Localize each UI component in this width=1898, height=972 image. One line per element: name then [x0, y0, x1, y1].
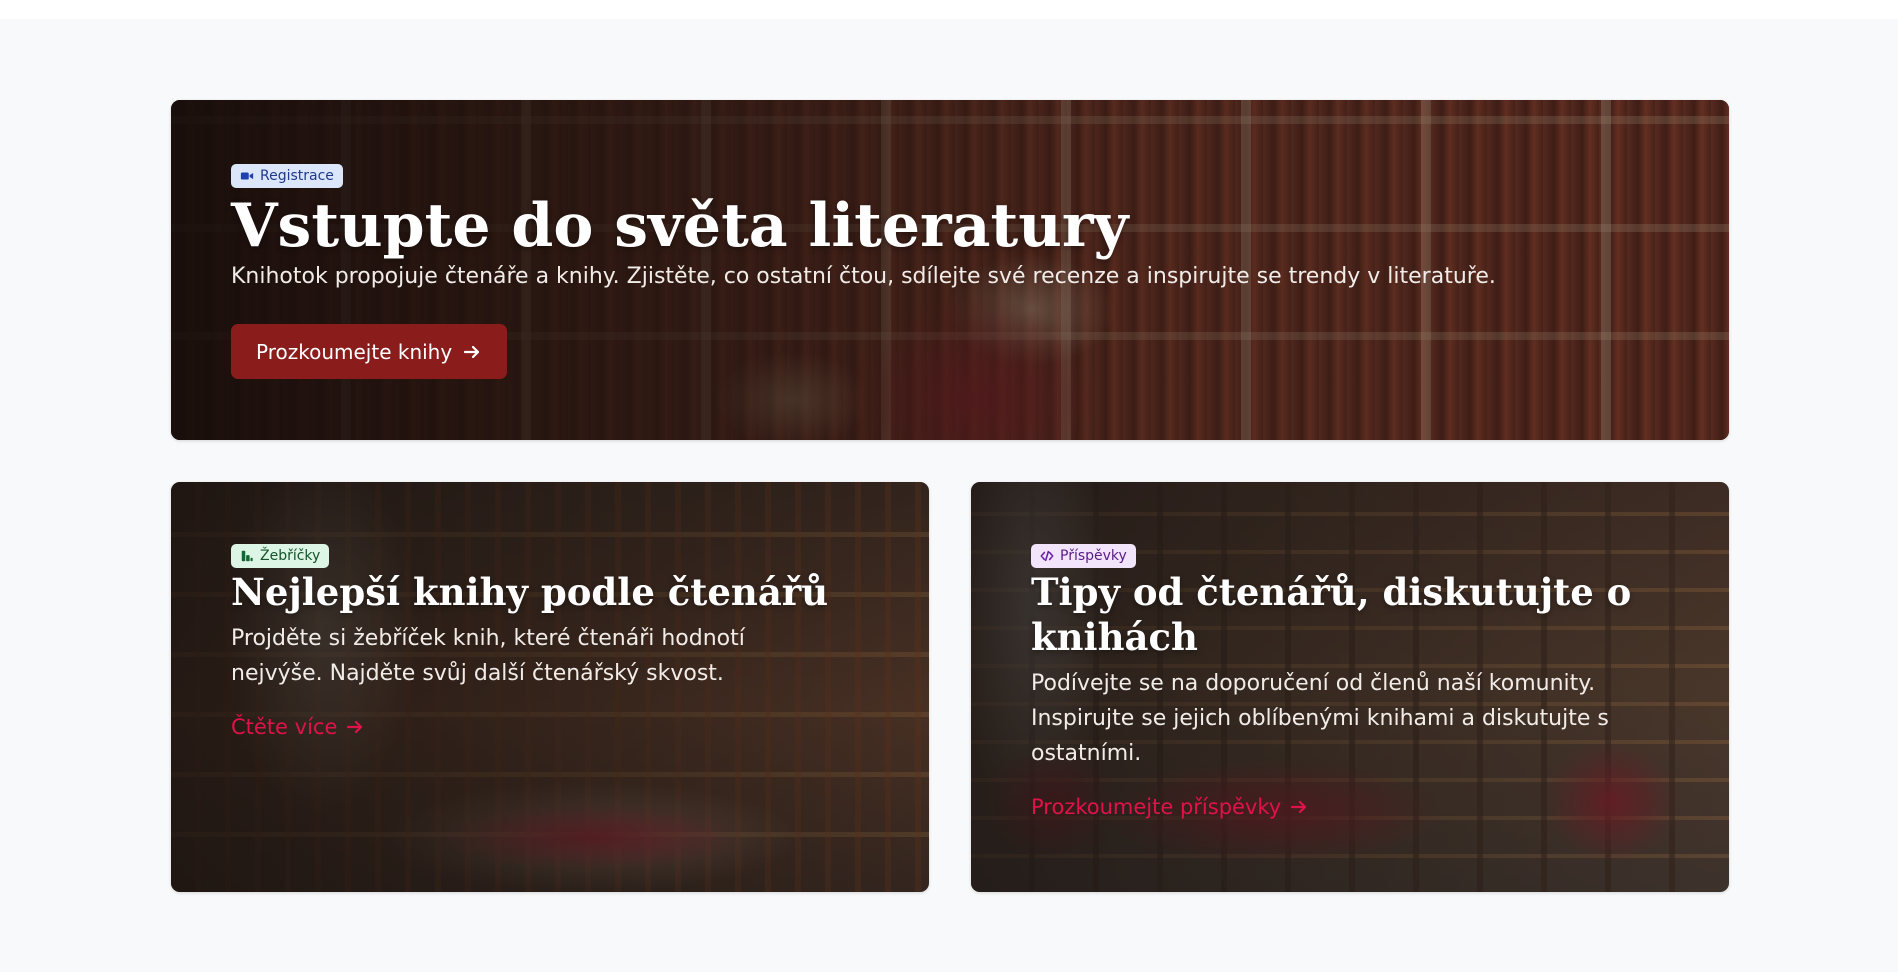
- chart-icon: [240, 549, 254, 563]
- explore-books-button[interactable]: Prozkoumejte knihy: [231, 324, 508, 379]
- explore-posts-link[interactable]: Prozkoumejte příspěvky: [1031, 795, 1309, 819]
- rankings-card-description: Projděte si žebříček knih, které čtenáři…: [231, 626, 745, 686]
- arrow-right-icon: [345, 717, 365, 737]
- rankings-badge: Žebříčky: [231, 544, 330, 568]
- hero-description: Knihotok propojuje čtenáře a knihy. Zjis…: [231, 264, 1496, 289]
- posts-card: Příspěvky Tipy od čtenářů, diskutujte o …: [971, 482, 1729, 892]
- explore-books-button-label: Prozkoumejte knihy: [256, 339, 453, 364]
- rankings-card-content: Žebříčky Nejlepší knihy podle čtenářů Pr…: [231, 544, 889, 739]
- hero-content: Registrace Vstupte do světa literatury K…: [231, 164, 1689, 379]
- hero-badge: Registrace: [231, 164, 343, 188]
- hero-title: Vstupte do světa literatury: [231, 191, 1129, 261]
- top-bar: [0, 0, 1898, 19]
- video-icon: [240, 169, 254, 183]
- rankings-badge-label: Žebříčky: [260, 548, 321, 564]
- posts-card-title: Tipy od čtenářů, diskutujte o knihách: [1031, 570, 1632, 659]
- posts-card-content: Příspěvky Tipy od čtenářů, diskutujte o …: [1031, 544, 1689, 819]
- rankings-card-title: Nejlepší knihy podle čtenářů: [231, 570, 829, 614]
- code-icon: [1040, 549, 1054, 563]
- posts-card-description: Podívejte se na doporučení od členů naší…: [1031, 671, 1609, 766]
- posts-badge: Příspěvky: [1031, 544, 1136, 568]
- posts-badge-label: Příspěvky: [1060, 548, 1127, 564]
- read-more-link[interactable]: Čtěte více: [231, 715, 365, 739]
- explore-posts-link-label: Prozkoumejte příspěvky: [1031, 795, 1282, 819]
- hero-badge-label: Registrace: [260, 168, 334, 184]
- read-more-link-label: Čtěte více: [231, 715, 338, 739]
- rankings-card: Žebříčky Nejlepší knihy podle čtenářů Pr…: [171, 482, 929, 892]
- arrow-right-icon: [1289, 797, 1309, 817]
- arrow-right-icon: [462, 342, 482, 362]
- hero-banner: Registrace Vstupte do světa literatury K…: [171, 100, 1729, 440]
